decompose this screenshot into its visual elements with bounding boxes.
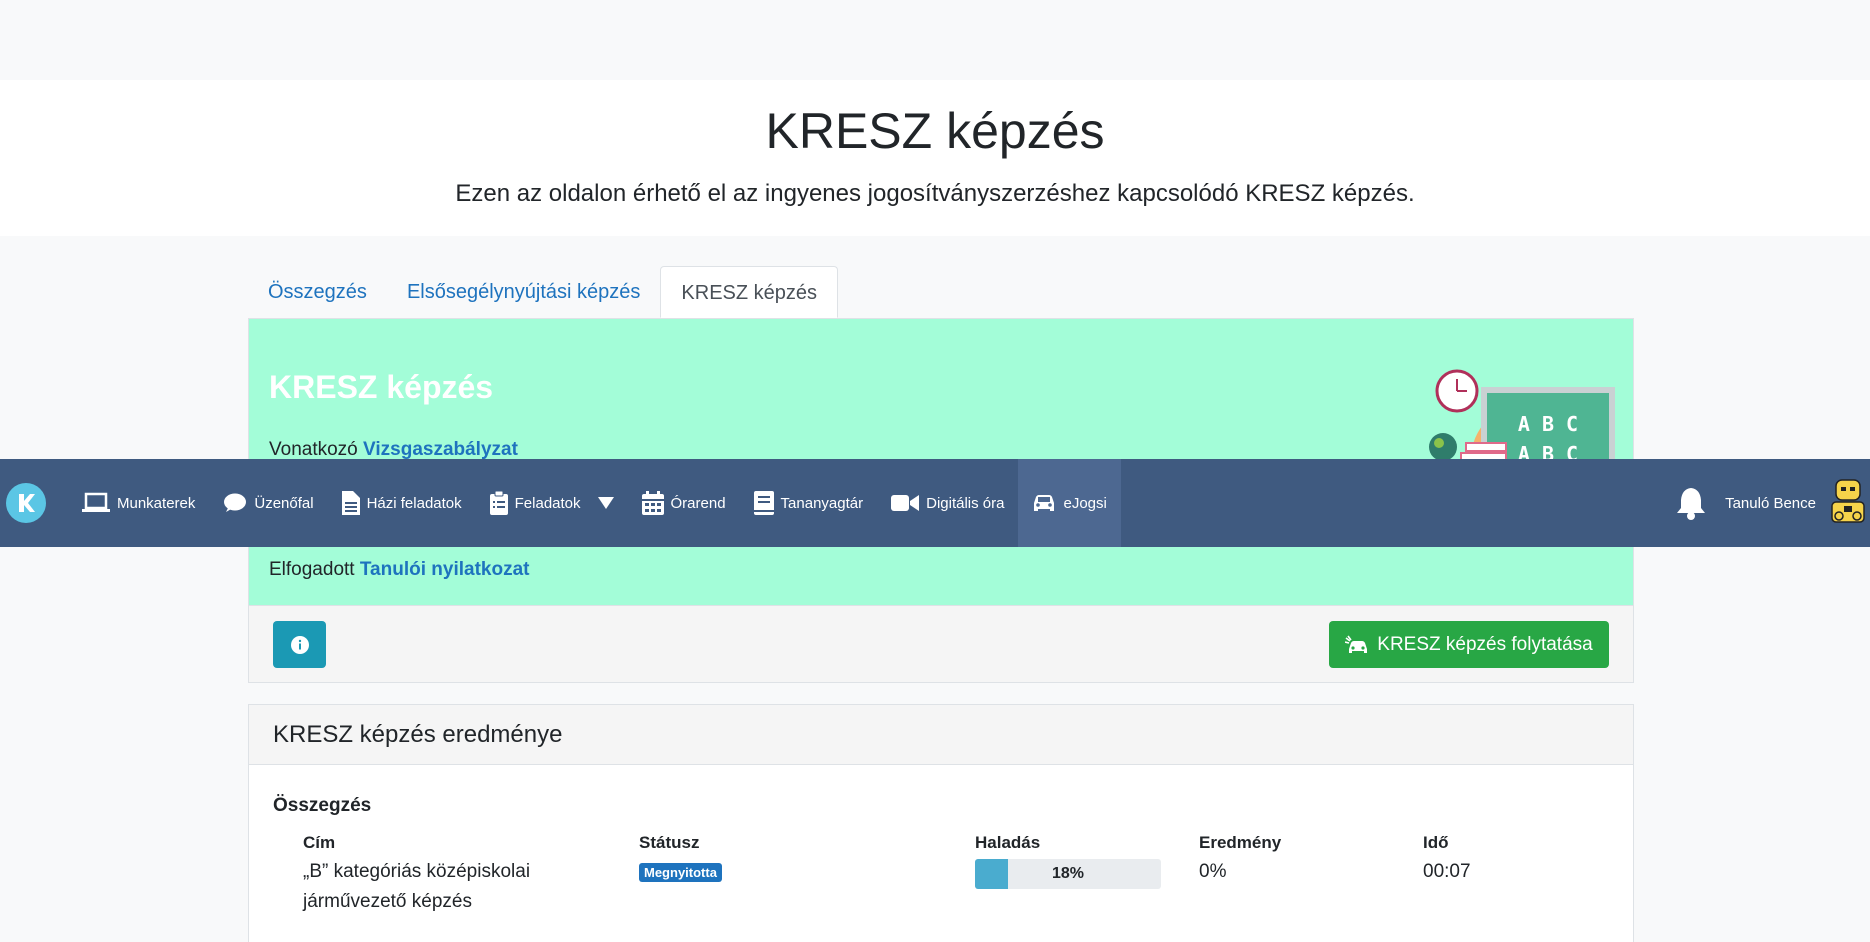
k-logo-icon bbox=[19, 494, 35, 512]
progress-bar: 18% bbox=[975, 859, 1161, 889]
status-badge: Megnyitotta bbox=[639, 863, 722, 882]
progress-label: 18% bbox=[1051, 865, 1085, 882]
results-header: KRESZ képzés eredménye bbox=[249, 705, 1633, 765]
nav-messageboard[interactable]: Üzenőfal bbox=[209, 459, 327, 547]
continue-kresz-button[interactable]: KRESZ képzés folytatása bbox=[1329, 621, 1609, 668]
nav-ejogsi[interactable]: eJogsi bbox=[1018, 459, 1121, 547]
car-crash-icon bbox=[1345, 635, 1368, 653]
nav-tasks[interactable]: Feladatok bbox=[476, 459, 628, 547]
col-time-header: Idő bbox=[1423, 833, 1449, 852]
laptop-icon bbox=[82, 492, 110, 512]
declaration-prefix: Elfogadott bbox=[269, 559, 355, 580]
row-result: 0% bbox=[1199, 861, 1227, 882]
row-title-line2: járművezető képzés bbox=[303, 891, 472, 912]
page-subtitle: Ezen az oldalon érhető el az ingyenes jo… bbox=[455, 180, 1415, 207]
col-result: Eredmény 0% bbox=[1199, 833, 1281, 887]
declaration-line: Elfogadott Tanulói nyilatkozat bbox=[269, 559, 529, 581]
tab-summary[interactable]: Összegzés bbox=[248, 266, 387, 318]
page-title: KRESZ képzés bbox=[765, 103, 1105, 159]
col-status-header: Státusz bbox=[639, 833, 700, 852]
row-title-line1: „B” kategóriás középiskolai bbox=[303, 861, 531, 882]
nav-messageboard-label: Üzenőfal bbox=[254, 494, 314, 512]
calendar-icon bbox=[641, 491, 664, 515]
col-title-header: Cím bbox=[303, 833, 336, 852]
avatar[interactable] bbox=[1826, 478, 1870, 528]
nav-homework[interactable]: Házi feladatok bbox=[328, 459, 476, 547]
page-header: KRESZ képzés Ezen az oldalon érhető el a… bbox=[0, 80, 1870, 236]
file-icon bbox=[341, 491, 360, 515]
col-title: Cím „B” kategóriás középiskolai járművez… bbox=[303, 833, 530, 917]
col-status: Státusz Megnyitotta bbox=[639, 833, 722, 882]
col-progress: Haladás 18% bbox=[975, 833, 1161, 889]
nav-workspaces-label: Munkaterek bbox=[117, 494, 196, 512]
video-icon bbox=[891, 495, 920, 511]
tab-bar: Összegzés Elsősegélynyújtási képzés KRES… bbox=[248, 266, 1634, 318]
user-name[interactable]: Tanuló Bence bbox=[1725, 495, 1816, 512]
declaration-link[interactable]: Tanulói nyilatkozat bbox=[360, 559, 530, 580]
chevron-down-icon[interactable] bbox=[597, 497, 614, 509]
col-time: Idő 00:07 bbox=[1423, 833, 1471, 887]
nav-timetable[interactable]: Órarend bbox=[628, 459, 740, 547]
app-logo[interactable] bbox=[6, 483, 46, 523]
nav-digital-lesson-label: Digitális óra bbox=[926, 494, 1005, 512]
chat-icon bbox=[224, 493, 247, 512]
kresz-card-title: KRESZ képzés bbox=[269, 369, 494, 405]
info-button[interactable] bbox=[273, 621, 326, 668]
rules-prefix: Vonatkozó bbox=[269, 439, 358, 460]
clipboard-icon bbox=[489, 491, 508, 515]
continue-kresz-label: KRESZ képzés folytatása bbox=[1377, 633, 1593, 655]
kresz-card-footer: KRESZ képzés folytatása bbox=[249, 605, 1633, 682]
nav-workspaces[interactable]: Munkaterek bbox=[68, 459, 209, 547]
nav-ejogsi-label: eJogsi bbox=[1063, 494, 1107, 512]
results-card: KRESZ képzés eredménye Összegzés Cím „B”… bbox=[248, 704, 1634, 942]
tab-kresz[interactable]: KRESZ képzés bbox=[660, 266, 839, 318]
rules-link[interactable]: Vizsgaszabályzat bbox=[363, 439, 518, 460]
main-navbar: Munkaterek Üzenőfal Házi feladatok Felad… bbox=[0, 459, 1870, 547]
nav-library-label: Tananyagtár bbox=[780, 494, 864, 512]
nav-timetable-label: Órarend bbox=[670, 494, 726, 512]
nav-homework-label: Házi feladatok bbox=[366, 494, 462, 512]
tab-first-aid[interactable]: Elsősegélynyújtási képzés bbox=[387, 266, 660, 318]
rules-line: Vonatkozó Vizsgaszabályzat bbox=[269, 439, 518, 461]
nav-library[interactable]: Tananyagtár bbox=[740, 459, 878, 547]
col-progress-header: Haladás bbox=[975, 833, 1041, 852]
nav-digital-lesson[interactable]: Digitális óra bbox=[877, 459, 1018, 547]
bell-icon[interactable] bbox=[1675, 486, 1707, 520]
nav-tasks-label: Feladatok bbox=[514, 494, 581, 512]
results-section-title: Összegzés bbox=[273, 795, 372, 816]
board-text-1: A B C bbox=[1518, 412, 1578, 436]
col-result-header: Eredmény bbox=[1199, 833, 1282, 852]
book-icon bbox=[753, 491, 774, 515]
info-icon bbox=[290, 635, 309, 654]
user-area: Tanuló Bence bbox=[1675, 459, 1870, 547]
row-time: 00:07 bbox=[1423, 861, 1471, 882]
car-icon bbox=[1034, 495, 1055, 511]
